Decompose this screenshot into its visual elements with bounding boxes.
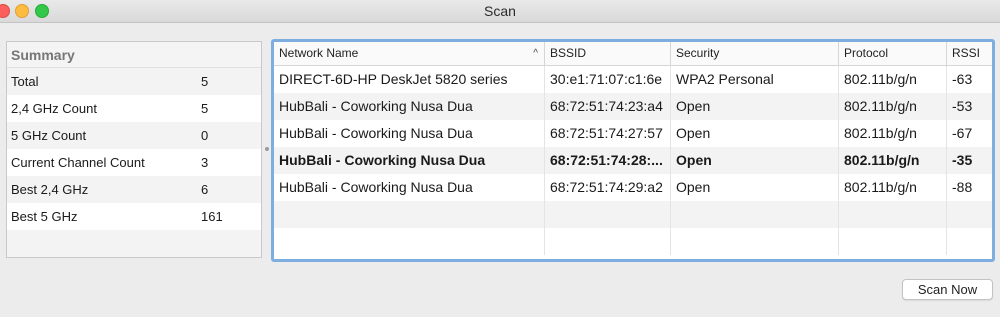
cell-bssid: 68:72:51:74:23:a4 xyxy=(545,93,671,120)
cell-protocol: 802.11b/g/n xyxy=(839,93,947,120)
summary-value: 0 xyxy=(201,128,209,143)
cell-protocol: 802.11b/g/n xyxy=(839,147,947,174)
cell-protocol: 802.11b/g/n xyxy=(839,174,947,201)
empty-cell xyxy=(545,201,671,228)
summary-row-total[interactable]: Total 5 xyxy=(7,68,261,95)
empty-cell xyxy=(545,228,671,255)
summary-rows: Total 5 2,4 GHz Count 5 5 GHz Count 0 Cu… xyxy=(7,68,261,257)
table-empty-row xyxy=(274,228,992,255)
column-header-bssid[interactable]: BSSID xyxy=(545,42,671,65)
column-header-protocol[interactable]: Protocol xyxy=(839,42,947,65)
split-view-divider-handle[interactable] xyxy=(265,147,269,151)
summary-value: 5 xyxy=(201,74,209,89)
summary-value: 6 xyxy=(201,182,209,197)
summary-empty-row xyxy=(7,230,261,257)
summary-value: 5 xyxy=(201,101,209,116)
table-row[interactable]: HubBali - Coworking Nusa Dua 68:72:51:74:… xyxy=(274,93,992,120)
summary-label: 2,4 GHz Count xyxy=(11,101,97,116)
cell-security: WPA2 Personal xyxy=(671,66,839,93)
empty-cell xyxy=(947,228,992,255)
summary-header: Summary xyxy=(7,42,261,68)
summary-value: 3 xyxy=(201,155,209,170)
summary-label: Best 5 GHz xyxy=(11,209,78,224)
scan-now-button[interactable]: Scan Now xyxy=(902,279,993,300)
window-title: Scan xyxy=(484,3,516,19)
summary-label: Current Channel Count xyxy=(11,155,145,170)
table-empty-row xyxy=(274,201,992,228)
cell-network-name: HubBali - Coworking Nusa Dua xyxy=(274,120,545,147)
cell-protocol: 802.11b/g/n xyxy=(839,66,947,93)
column-header-rssi[interactable]: RSSI xyxy=(947,42,992,65)
cell-bssid: 30:e1:71:07:c1:6e xyxy=(545,66,671,93)
summary-row-current-channel-count[interactable]: Current Channel Count 3 xyxy=(7,149,261,176)
table-row[interactable]: DIRECT-6D-HP DeskJet 5820 series 30:e1:71… xyxy=(274,66,992,93)
cell-rssi: -35 xyxy=(952,152,973,168)
cell-protocol: 802.11b/g/n xyxy=(839,120,947,147)
cell-rssi: -88 xyxy=(952,179,973,195)
summary-row-5ghz-count[interactable]: 5 GHz Count 0 xyxy=(7,122,261,149)
title-bar: Scan xyxy=(0,0,1000,23)
networks-table[interactable]: Network Name ^ BSSID Security Protocol R… xyxy=(271,39,995,262)
empty-cell xyxy=(947,201,992,228)
cell-bssid: 68:72:51:74:28:... xyxy=(545,147,671,174)
summary-value: 161 xyxy=(201,209,223,224)
cell-network-name: HubBali - Coworking Nusa Dua xyxy=(274,174,545,201)
summary-label: Best 2,4 GHz xyxy=(11,182,89,197)
summary-row-best-24ghz[interactable]: Best 2,4 GHz 6 xyxy=(7,176,261,203)
empty-cell xyxy=(274,201,545,228)
summary-label: Total xyxy=(11,74,39,89)
cell-bssid: 68:72:51:74:29:a2 xyxy=(545,174,671,201)
cell-network-name: DIRECT-6D-HP DeskJet 5820 series xyxy=(274,66,545,93)
table-row[interactable]: HubBali - Coworking Nusa Dua 68:72:51:74:… xyxy=(274,174,992,201)
cell-rssi: -67 xyxy=(952,125,973,141)
empty-cell xyxy=(274,228,545,255)
cell-network-name: HubBali - Coworking Nusa Dua xyxy=(274,93,545,120)
networks-table-header: Network Name ^ BSSID Security Protocol R… xyxy=(274,42,992,66)
cell-security: Open xyxy=(671,147,839,174)
cell-network-name: HubBali - Coworking Nusa Dua xyxy=(274,147,545,174)
column-header-network-name[interactable]: Network Name ^ xyxy=(274,42,545,65)
cell-security: Open xyxy=(671,174,839,201)
column-header-security[interactable]: Security xyxy=(671,42,839,65)
empty-cell xyxy=(671,228,839,255)
networks-table-body: DIRECT-6D-HP DeskJet 5820 series 30:e1:71… xyxy=(274,66,992,255)
empty-cell xyxy=(671,201,839,228)
table-row[interactable]: HubBali - Coworking Nusa Dua 68:72:51:74:… xyxy=(274,120,992,147)
cell-rssi: -53 xyxy=(952,98,973,114)
summary-panel: Summary Total 5 2,4 GHz Count 5 5 GHz Co… xyxy=(6,41,262,258)
cell-security: Open xyxy=(671,93,839,120)
cell-security: Open xyxy=(671,120,839,147)
table-row-current-network[interactable]: HubBali - Coworking Nusa Dua 68:72:51:74:… xyxy=(274,147,992,174)
summary-label: 5 GHz Count xyxy=(11,128,87,143)
column-header-label: Network Name xyxy=(279,46,359,60)
summary-row-best-5ghz[interactable]: Best 5 GHz 161 xyxy=(7,203,261,230)
cell-rssi: -63 xyxy=(952,71,973,87)
summary-row-24ghz-count[interactable]: 2,4 GHz Count 5 xyxy=(7,95,261,122)
empty-cell xyxy=(839,228,947,255)
empty-cell xyxy=(839,201,947,228)
cell-bssid: 68:72:51:74:27:57 xyxy=(545,120,671,147)
sort-ascending-icon: ^ xyxy=(533,48,538,59)
